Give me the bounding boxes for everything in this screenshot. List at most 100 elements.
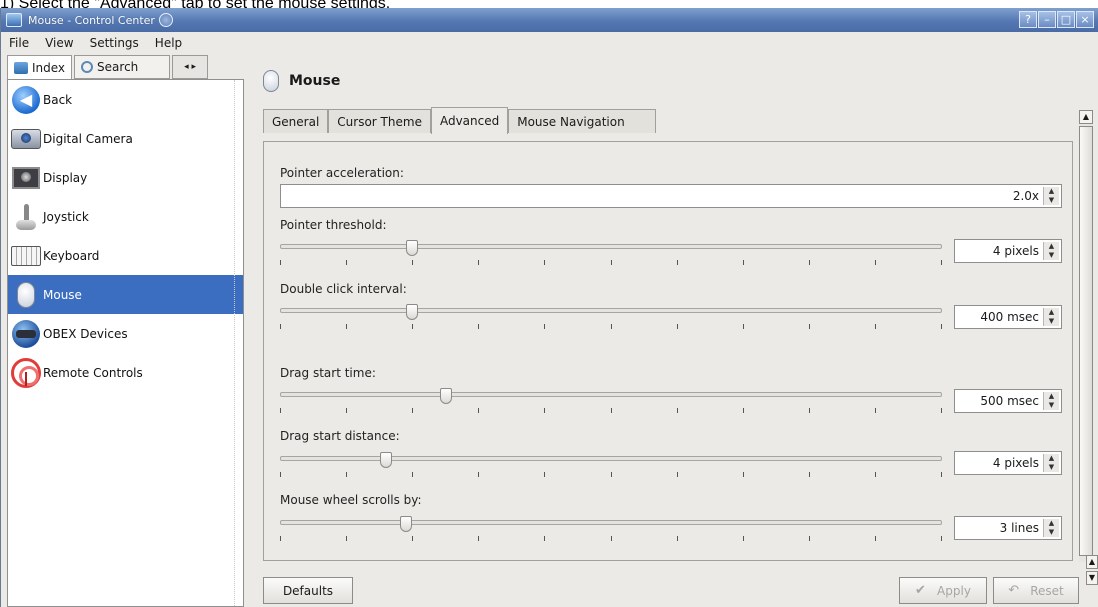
slider-handle[interactable] <box>406 240 419 256</box>
module-item-obex-devices[interactable]: OBEX Devices <box>8 314 243 353</box>
drag-start-time-slider[interactable] <box>280 388 942 416</box>
scroll-up-icon[interactable]: ▲ <box>1086 555 1098 569</box>
drag-start-time-label: Drag start time: <box>280 366 376 380</box>
tab-general[interactable]: General <box>263 109 329 133</box>
slider-handle[interactable] <box>406 304 419 320</box>
apply-button[interactable]: ✔ Apply <box>899 577 987 604</box>
module-label: Mouse <box>43 287 82 302</box>
slider-tick <box>743 536 744 541</box>
camera-icon <box>11 128 41 149</box>
module-item-remote-controls[interactable]: Remote Controls <box>8 353 243 392</box>
menu-bar: File View Settings Help <box>1 32 1098 54</box>
module-label: Display <box>43 170 88 185</box>
menu-help[interactable]: Help <box>153 35 184 51</box>
mouse-icon <box>17 281 35 308</box>
menu-view[interactable]: View <box>43 35 75 51</box>
menu-settings[interactable]: Settings <box>88 35 141 51</box>
pointer-acceleration-spinbox[interactable]: 2.0x ▲ ▼ <box>280 184 1062 208</box>
minimize-button[interactable]: – <box>1038 11 1056 28</box>
advanced-panel: Pointer acceleration: 2.0x ▲ ▼ Pointer th… <box>263 141 1073 561</box>
slider-tick <box>809 536 810 541</box>
slider-tick <box>611 472 612 477</box>
drag-start-time-spinbox[interactable]: 500 msec ▲ ▼ <box>954 389 1062 413</box>
navigator-tabs: Index Search ◂ ▸ <box>7 55 210 79</box>
close-button[interactable]: × <box>1076 11 1094 28</box>
spin-arrows-icon[interactable]: ▲ ▼ <box>1043 242 1059 260</box>
scrollbar-thumb[interactable] <box>1079 126 1093 556</box>
page-title: Mouse <box>289 73 341 89</box>
maximize-button[interactable]: □ <box>1057 11 1075 28</box>
menu-file[interactable]: File <box>7 35 31 51</box>
scroll-down-icon[interactable]: ▼ <box>1086 571 1098 585</box>
module-header: Mouse <box>263 68 340 94</box>
reset-icon: ↶ <box>1008 582 1020 598</box>
slider-tick <box>743 472 744 477</box>
slider-tick <box>412 408 413 413</box>
spin-arrows-icon[interactable]: ▲ ▼ <box>1043 187 1059 205</box>
drag-start-distance-spinbox[interactable]: 4 pixels ▲ ▼ <box>954 451 1062 475</box>
slider-tick <box>280 536 281 541</box>
slider-tick <box>280 408 281 413</box>
slider-tick <box>611 536 612 541</box>
scroll-up-icon[interactable]: ▲ <box>1079 110 1093 124</box>
slider-tick <box>809 408 810 413</box>
defaults-button[interactable]: Defaults <box>263 577 353 604</box>
drag-start-distance-slider[interactable] <box>280 452 942 480</box>
slider-tick <box>941 408 942 413</box>
tab-search[interactable]: Search <box>74 55 171 79</box>
slider-tick <box>875 536 876 541</box>
slider-handle[interactable] <box>439 388 452 404</box>
slider-tick <box>743 260 744 265</box>
slider-handle[interactable] <box>379 452 392 468</box>
module-item-keyboard[interactable]: Keyboard <box>8 236 243 275</box>
tab-scroll-arrows[interactable]: ◂ ▸ <box>172 55 209 79</box>
module-item-joystick[interactable]: Joystick <box>8 197 243 236</box>
slider-tick <box>941 324 942 329</box>
spin-arrows-icon[interactable]: ▲ ▼ <box>1043 519 1059 537</box>
drag-start-distance-label: Drag start distance: <box>280 429 400 443</box>
pointer-threshold-slider[interactable] <box>280 240 942 268</box>
checkmark-icon: ✔ <box>915 582 926 598</box>
mouse-wheel-scrolls-slider[interactable] <box>280 516 942 544</box>
help-button[interactable]: ? <box>1019 11 1037 28</box>
slider-tick <box>941 536 942 541</box>
obex-icon <box>12 319 40 348</box>
slider-tick <box>809 260 810 265</box>
tab-advanced[interactable]: Advanced <box>430 107 509 134</box>
module-item-display[interactable]: Display <box>8 158 243 197</box>
reset-button[interactable]: ↶ Reset <box>993 577 1079 604</box>
slider-tick <box>875 472 876 477</box>
slider-tick <box>478 408 479 413</box>
mouse-wheel-scrolls-spinbox[interactable]: 3 lines ▲ ▼ <box>954 516 1062 540</box>
module-label: Keyboard <box>43 248 100 263</box>
joystick-icon <box>15 202 37 232</box>
module-item-digital-camera[interactable]: Digital Camera <box>8 119 243 158</box>
slider-tick <box>544 536 545 541</box>
panel-scrollbar[interactable]: ▲ <box>1079 110 1093 562</box>
spin-arrows-icon[interactable]: ▲ ▼ <box>1043 308 1059 326</box>
pointer-acceleration-label: Pointer acceleration: <box>280 166 404 180</box>
module-item-back[interactable]: ◀ Back <box>8 80 243 119</box>
spin-arrows-icon[interactable]: ▲ ▼ <box>1043 454 1059 472</box>
module-label: Digital Camera <box>43 131 133 146</box>
spin-arrows-icon[interactable]: ▲ ▼ <box>1043 392 1059 410</box>
control-center-window: Mouse - Control Center ? – □ × File View… <box>0 8 1098 607</box>
double-click-interval-spinbox[interactable]: 400 msec ▲ ▼ <box>954 305 1062 329</box>
tab-index[interactable]: Index <box>7 55 73 79</box>
module-item-mouse[interactable]: Mouse <box>8 275 243 314</box>
slider-handle[interactable] <box>399 516 412 532</box>
pointer-threshold-spinbox[interactable]: 4 pixels ▲ ▼ <box>954 239 1062 263</box>
double-click-interval-slider[interactable] <box>280 304 942 332</box>
module-label: Back <box>43 92 73 107</box>
pointer-threshold-label: Pointer threshold: <box>280 218 387 232</box>
tab-cursor-theme[interactable]: Cursor Theme <box>328 109 431 133</box>
tab-mouse-navigation[interactable]: Mouse Navigation <box>508 109 657 133</box>
slider-tick <box>280 472 281 477</box>
slider-tick <box>677 408 678 413</box>
apply-label: Apply <box>937 583 971 598</box>
title-bar[interactable]: Mouse - Control Center ? – □ × <box>1 8 1098 32</box>
slider-tick <box>544 260 545 265</box>
scroll-stepper: ▲ ▼ <box>1086 555 1098 589</box>
slider-tick <box>478 472 479 477</box>
slider-tick <box>941 260 942 265</box>
